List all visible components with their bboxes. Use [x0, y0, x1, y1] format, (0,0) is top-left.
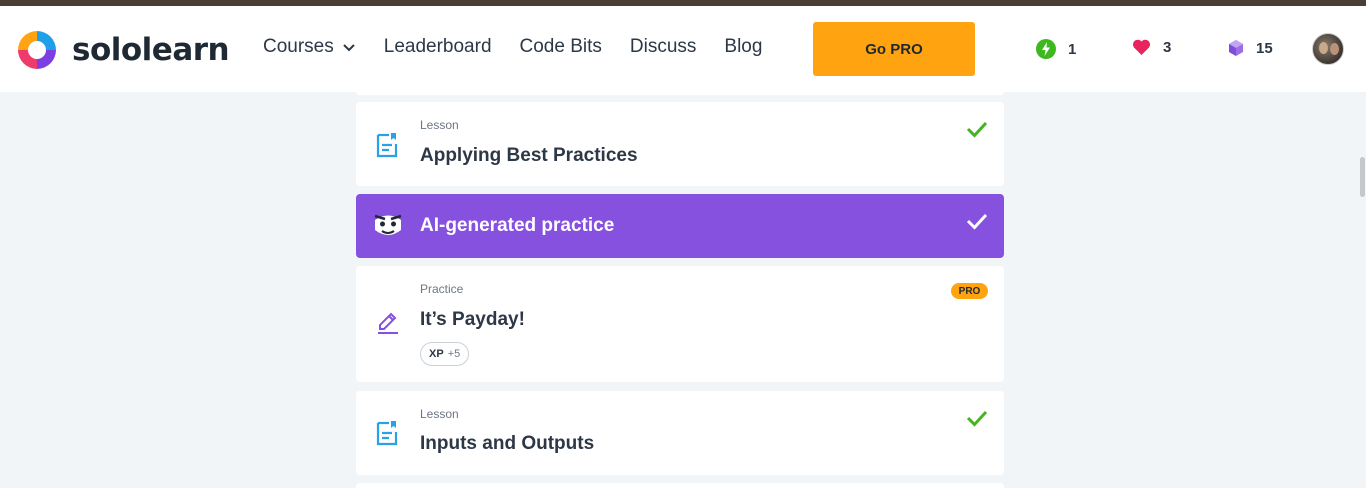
check-icon	[966, 213, 988, 230]
avatar[interactable]	[1312, 33, 1344, 65]
chevron-down-icon	[343, 44, 355, 52]
card-title: Applying Best Practices	[420, 145, 638, 166]
lesson-card-inputs-and-outputs[interactable]: Lesson Inputs and Outputs	[356, 391, 1004, 475]
card-title: AI-generated practice	[420, 215, 615, 236]
nav-code-bits[interactable]: Code Bits	[520, 36, 602, 58]
nav-discuss[interactable]: Discuss	[630, 36, 697, 58]
check-icon	[966, 410, 988, 427]
card-type-label: Lesson	[420, 407, 459, 421]
hearts-count: 3	[1163, 39, 1172, 56]
practice-card-its-payday[interactable]: Practice PRO It’s Payday! XP +5	[356, 266, 1004, 382]
nav-courses[interactable]: Courses	[263, 36, 356, 58]
streak-count: 1	[1068, 40, 1077, 58]
card-type-label: Lesson	[420, 118, 459, 132]
top-header: sololearn Courses Leaderboard Code Bits …	[0, 6, 1366, 92]
bits-cube-icon	[1229, 40, 1243, 56]
previous-card-edge	[356, 92, 1004, 95]
lightning-icon	[1036, 39, 1056, 59]
ai-bot-icon	[374, 214, 402, 235]
heart-icon	[1132, 39, 1151, 55]
nav-leaderboard[interactable]: Leaderboard	[384, 36, 492, 58]
nav-courses-label: Courses	[263, 36, 334, 57]
card-title: It’s Payday!	[420, 309, 525, 330]
next-card-edge	[356, 483, 1004, 488]
bits-count: 15	[1256, 39, 1273, 57]
main-nav: Courses Leaderboard Code Bits Discuss Bl…	[263, 36, 790, 58]
pro-badge: PRO	[951, 283, 988, 299]
card-type-label: Practice	[420, 282, 464, 296]
ai-practice-card[interactable]: AI-generated practice	[356, 194, 1004, 258]
xp-chip: XP +5	[420, 342, 470, 366]
sololearn-logo-icon	[18, 31, 56, 69]
hearts-counter[interactable]: 3	[1132, 39, 1171, 56]
brand-name: sololearn	[72, 32, 230, 68]
logo[interactable]: sololearn	[14, 27, 230, 73]
bits-counter[interactable]: 15	[1228, 39, 1273, 57]
go-pro-button[interactable]: Go PRO	[813, 22, 975, 76]
streak-counter[interactable]: 1	[1036, 39, 1076, 59]
lesson-card-applying-best-practices[interactable]: Lesson Applying Best Practices	[356, 102, 1004, 186]
xp-value: +5	[447, 348, 461, 360]
lesson-doc-icon	[376, 421, 398, 446]
scrollbar[interactable]	[1360, 157, 1365, 197]
xp-label: XP	[429, 348, 444, 360]
pencil-icon	[378, 312, 398, 334]
lesson-doc-icon	[376, 133, 398, 158]
check-icon	[966, 121, 988, 138]
nav-blog[interactable]: Blog	[724, 36, 762, 58]
card-title: Inputs and Outputs	[420, 433, 595, 454]
